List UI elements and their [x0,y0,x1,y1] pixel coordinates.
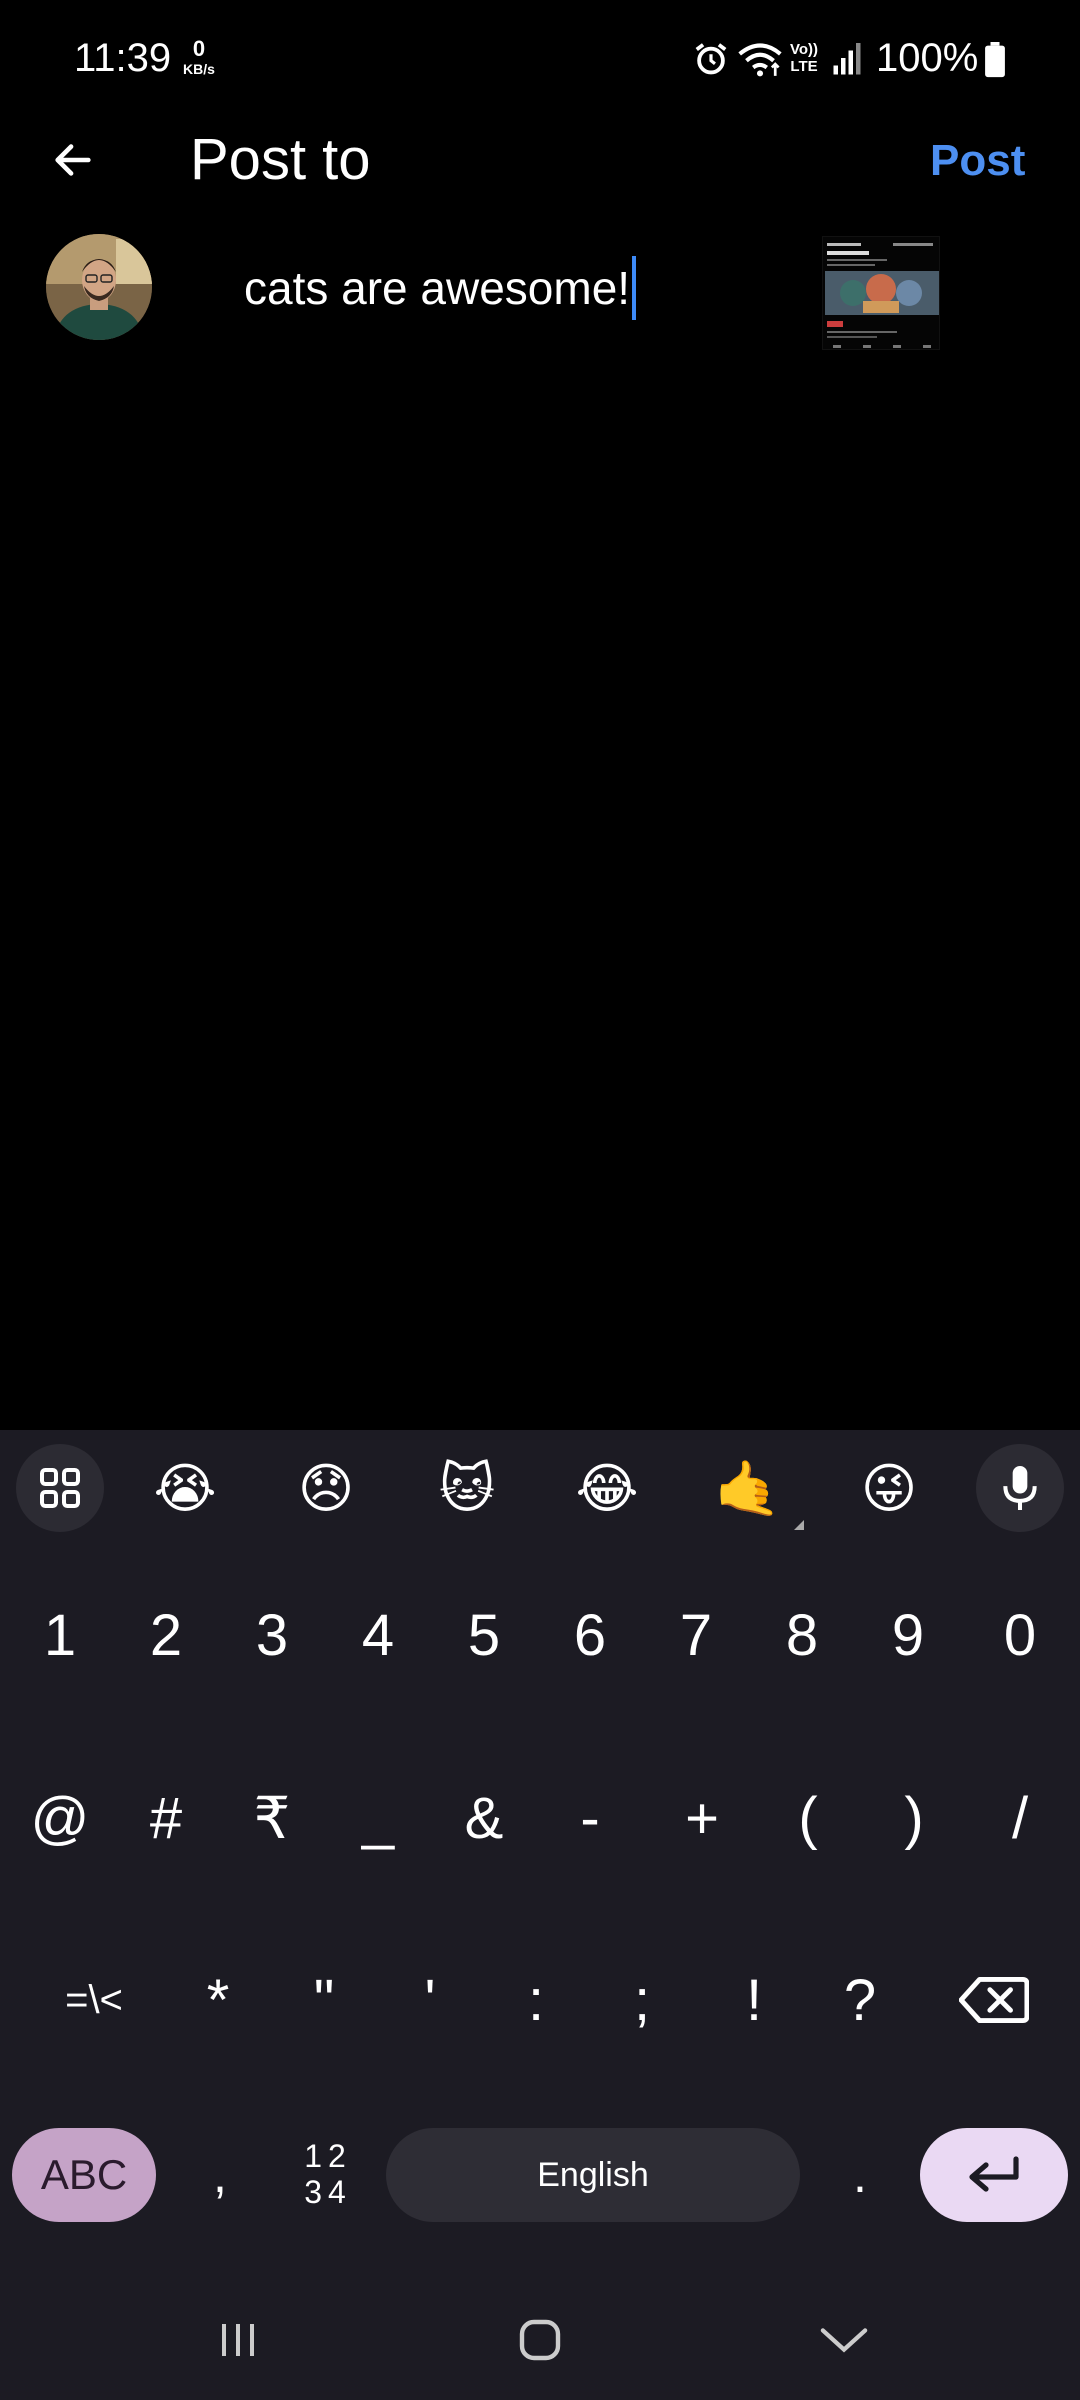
hide-keyboard-button[interactable] [794,2300,894,2380]
key-asterisk[interactable]: * [168,1945,268,2055]
back-arrow-icon [55,144,91,176]
emoji-suggestion-joy[interactable]: 😂 [567,1454,647,1524]
abc-key[interactable]: ABC [12,2128,156,2222]
key-at[interactable]: @ [10,1763,110,1873]
emoji-suggestion-bar: 😭 😞 🐱 😂 🤙 😜 [0,1430,1080,1550]
media-thumbnail[interactable] [822,236,940,350]
keyboard: 😭 😞 🐱 😂 🤙 😜 [0,1430,1080,2400]
voice-input-button[interactable] [976,1444,1064,1532]
enter-arrow-icon [969,2156,1019,2192]
emoji-suggestion-disappointed[interactable]: 😞 [286,1454,366,1524]
backspace-key[interactable] [944,1945,1044,2055]
signal-icon [832,40,862,81]
grid-icon [40,1468,80,1508]
key-minus[interactable]: - [540,1763,640,1873]
key-more-symbols[interactable]: =\< [34,1945,154,2055]
keyboard-menu-button[interactable] [16,1444,104,1532]
key-3[interactable]: 3 [222,1580,322,1690]
network-speed-value: 0 [192,36,206,61]
key-underscore[interactable]: _ [328,1763,428,1873]
numpad-key-bottom: 34 [304,2174,352,2210]
emoji-suggestion-crying[interactable]: 😭 [145,1454,225,1524]
backspace-icon [959,1976,1029,2024]
caption-input[interactable]: cats are awesome! [244,252,637,324]
key-8[interactable]: 8 [752,1580,852,1690]
battery-percent: 100% [876,36,979,80]
text-cursor [632,256,637,320]
key-plus[interactable]: + [652,1763,752,1873]
emoji-suggestion-call-me[interactable]: 🤙 [708,1454,788,1524]
key-5[interactable]: 5 [434,1580,534,1690]
key-close-paren[interactable]: ) [864,1763,964,1873]
key-2[interactable]: 2 [116,1580,216,1690]
status-bar: 11:39 0 KB/s Vo)) LTE 100% [0,0,1080,120]
network-speed-unit: KB/s [183,61,215,77]
key-colon[interactable]: : [486,1945,586,2055]
emoji-suggestion-wink-tongue[interactable]: 😜 [849,1454,929,1524]
key-ampersand[interactable]: & [434,1763,534,1873]
key-double-quote[interactable]: " [274,1945,374,2055]
key-comma[interactable]: , [190,2130,250,2220]
key-1[interactable]: 1 [10,1580,110,1690]
enter-key[interactable] [920,2128,1068,2222]
key-question[interactable]: ? [810,1945,910,2055]
screen: 11:39 0 KB/s Vo)) LTE 100% Post to Post [0,0,1080,2400]
status-time: 11:39 [74,36,172,80]
key-single-quote[interactable]: ' [380,1945,480,2055]
key-0[interactable]: 0 [970,1580,1070,1690]
key-period[interactable]: . [830,2130,890,2220]
alarm-icon [692,40,730,83]
chevron-down-icon [820,2328,868,2353]
key-semicolon[interactable]: ; [592,1945,692,2055]
numpad-key[interactable]: 12 34 [290,2138,366,2218]
key-hash[interactable]: # [116,1763,216,1873]
post-button[interactable]: Post [930,136,1025,186]
volte-icon: Vo)) LTE [786,42,822,74]
microphone-icon [1003,1466,1037,1510]
key-open-paren[interactable]: ( [758,1763,858,1873]
recents-button[interactable] [188,2300,288,2380]
recents-icon [222,2324,254,2356]
home-button[interactable] [490,2300,590,2380]
emoji-variant-indicator [794,1520,804,1530]
key-slash[interactable]: / [970,1763,1070,1873]
battery-icon [984,42,1006,83]
space-key[interactable]: English [386,2128,800,2222]
home-icon [519,2319,561,2361]
emoji-suggestion-cat[interactable]: 🐱 [427,1454,507,1524]
key-4[interactable]: 4 [328,1580,428,1690]
volte-label-top: Vo)) [789,41,819,58]
key-6[interactable]: 6 [540,1580,640,1690]
caption-text: cats are awesome! [244,262,631,314]
key-7[interactable]: 7 [646,1580,746,1690]
back-button[interactable] [40,125,106,195]
network-speed: 0 KB/s [178,36,220,77]
key-9[interactable]: 9 [858,1580,958,1690]
key-rupee[interactable]: ₹ [222,1763,322,1873]
numpad-key-top: 12 [304,2138,352,2174]
key-exclamation[interactable]: ! [704,1945,804,2055]
page-title: Post to [190,127,371,192]
wifi-icon [738,40,782,83]
avatar [46,234,152,340]
volte-label-bottom: LTE [790,58,818,75]
